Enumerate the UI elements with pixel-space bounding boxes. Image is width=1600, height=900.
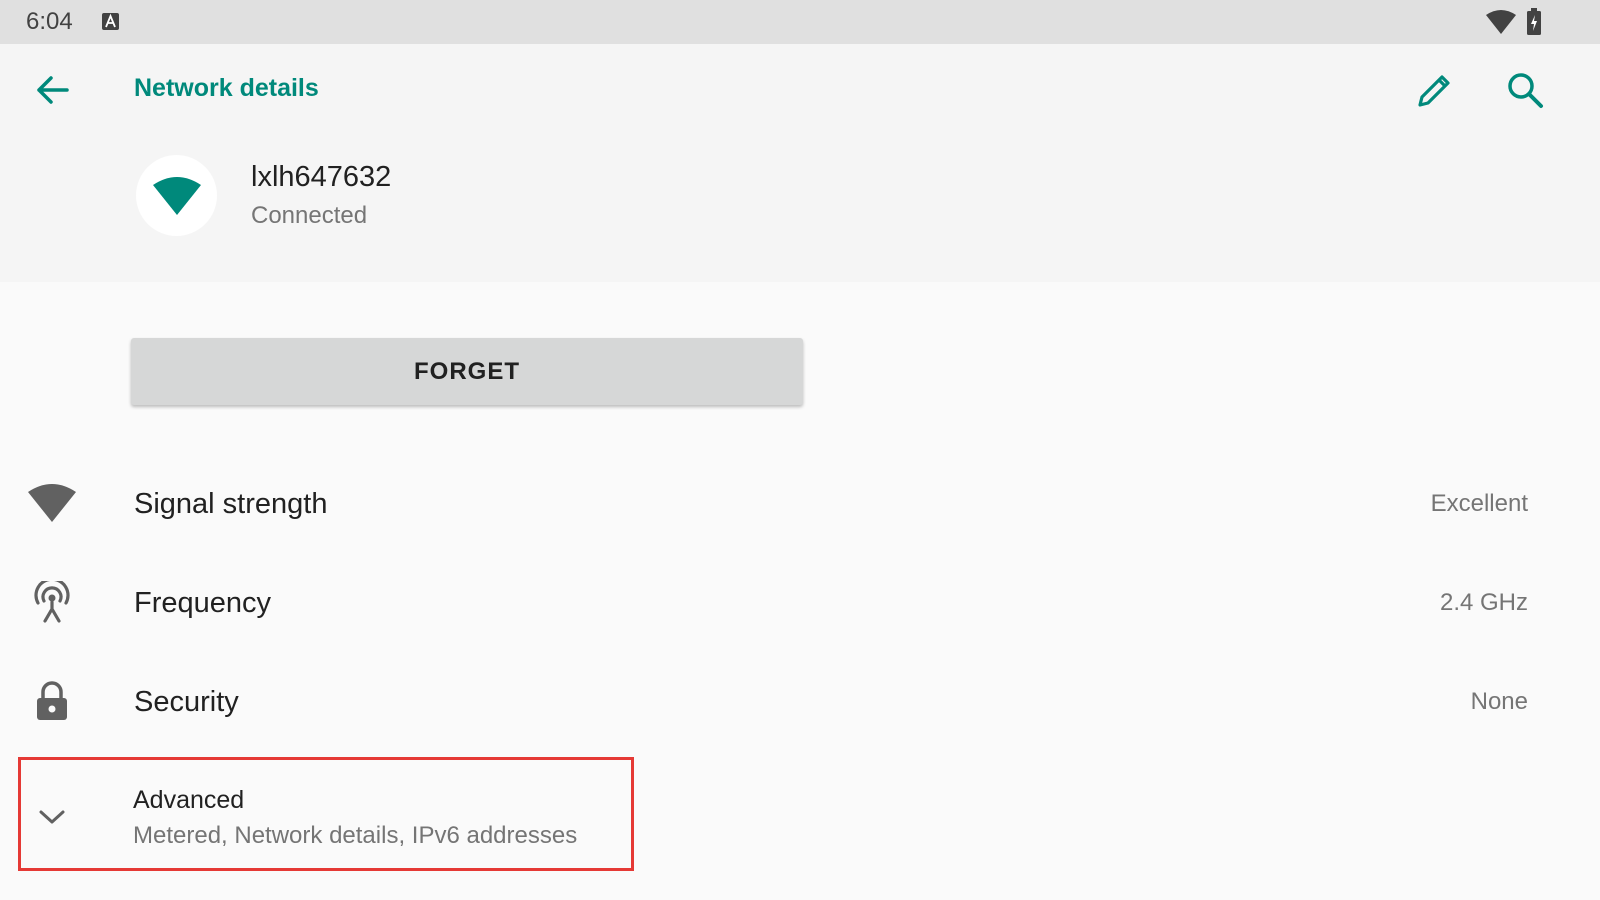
advanced-title: Advanced bbox=[133, 786, 245, 814]
status-bar: 6:04 bbox=[0, 0, 1600, 44]
network-avatar bbox=[136, 155, 217, 236]
signal-strength-label: Signal strength bbox=[134, 488, 328, 520]
security-row[interactable]: Security None bbox=[0, 652, 1600, 751]
lock-icon bbox=[24, 678, 80, 724]
chevron-down-icon bbox=[39, 810, 65, 824]
a-notification-icon bbox=[102, 13, 119, 30]
frequency-value: 2.4 GHz bbox=[1439, 589, 1528, 616]
antenna-icon bbox=[24, 579, 80, 625]
wifi-signal-icon bbox=[24, 480, 80, 526]
back-arrow-icon bbox=[37, 76, 69, 104]
network-name: lxlh647632 bbox=[251, 161, 392, 193]
page-title: Network details bbox=[134, 74, 319, 102]
signal-strength-row[interactable]: Signal strength Excellent bbox=[0, 454, 1600, 553]
edit-button[interactable] bbox=[1410, 66, 1460, 114]
edit-pencil-icon bbox=[1418, 75, 1450, 107]
advanced-summary: Metered, Network details, IPv6 addresses bbox=[133, 822, 578, 849]
security-label: Security bbox=[134, 686, 239, 718]
frequency-row[interactable]: Frequency 2.4 GHz bbox=[0, 553, 1600, 652]
forget-button[interactable]: FORGET bbox=[131, 338, 803, 405]
security-value: None bbox=[1470, 688, 1528, 715]
search-icon bbox=[1508, 73, 1543, 108]
back-button[interactable] bbox=[28, 68, 76, 112]
advanced-row[interactable]: Advanced Metered, Network details, IPv6 … bbox=[18, 757, 634, 871]
signal-strength-value: Excellent bbox=[1430, 490, 1528, 517]
wifi-icon bbox=[1486, 10, 1516, 34]
network-status: Connected bbox=[251, 202, 368, 229]
wifi-icon bbox=[152, 176, 201, 215]
frequency-label: Frequency bbox=[134, 587, 272, 619]
search-button[interactable] bbox=[1500, 66, 1550, 114]
battery-charging-icon bbox=[1527, 8, 1541, 35]
status-time: 6:04 bbox=[26, 8, 73, 35]
